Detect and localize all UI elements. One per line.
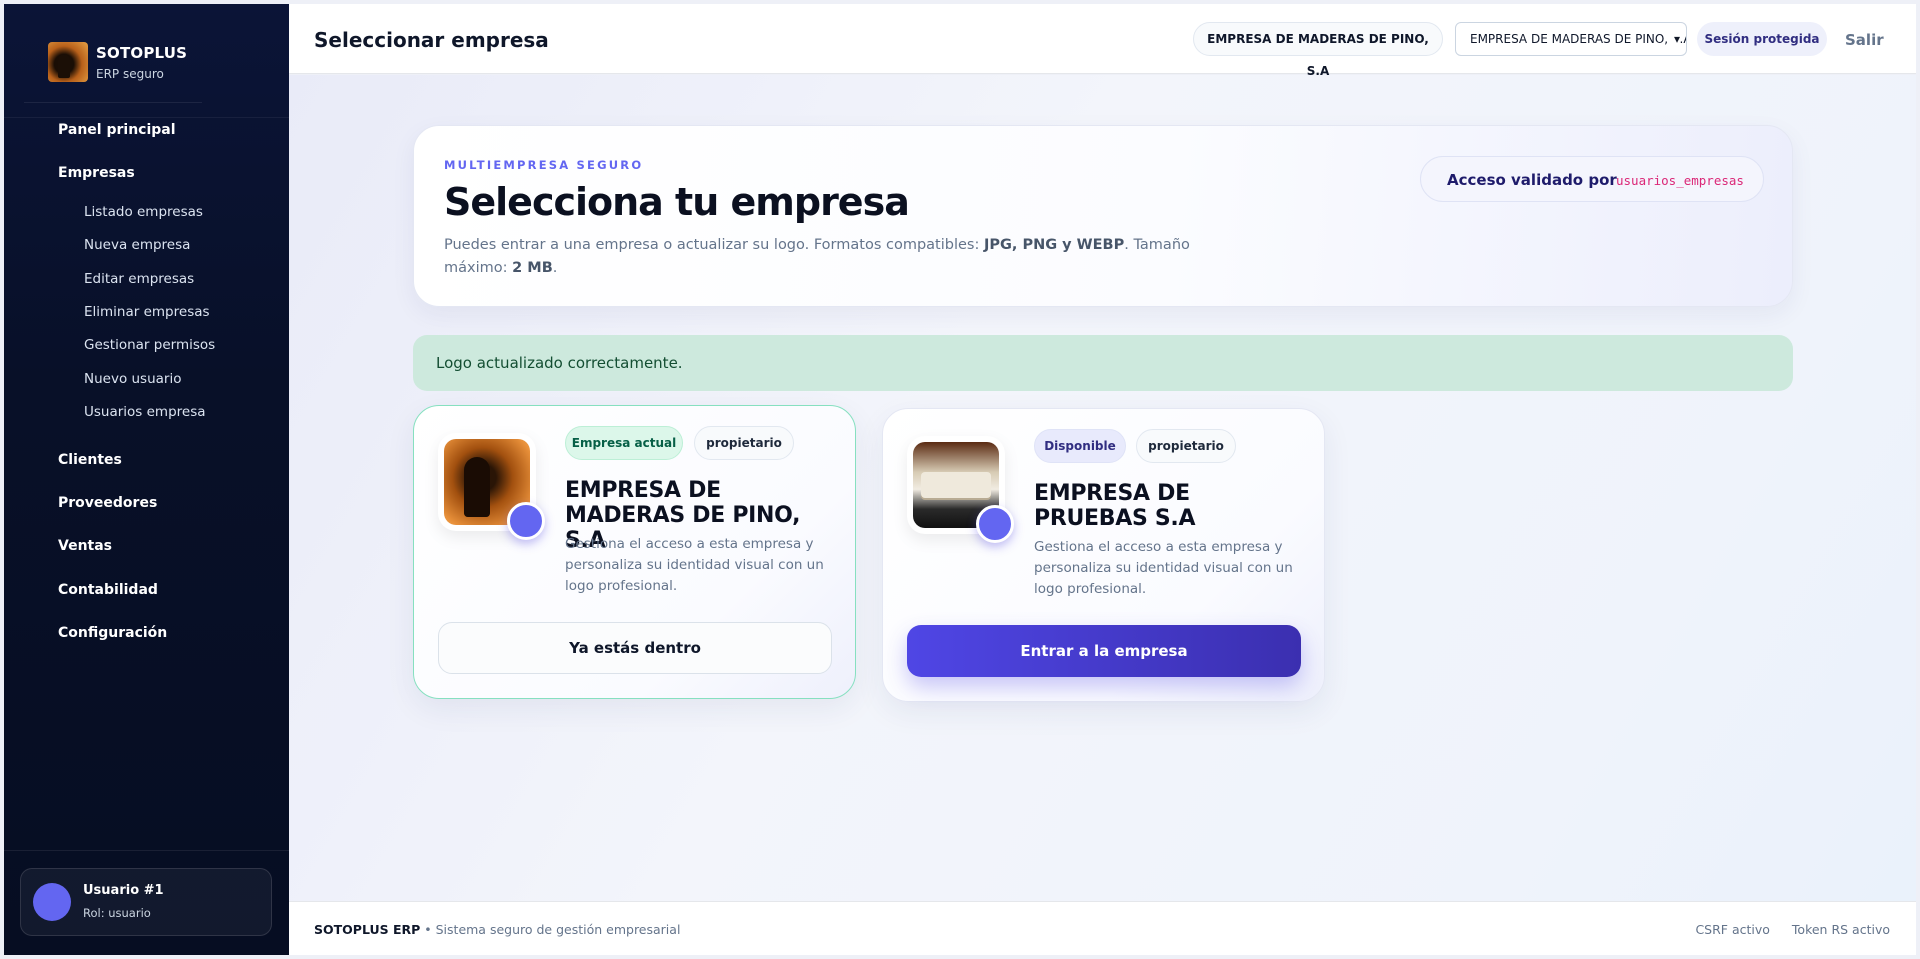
footer-brand: SOTOPLUS ERP [314, 922, 421, 937]
sidebar-subitem-eliminar-empresas[interactable]: Eliminar empresas [84, 304, 210, 320]
enter-company-button[interactable]: Entrar a la empresa [907, 625, 1301, 677]
token-status: Token RS activo [1791, 922, 1890, 937]
hero-max-size: 2 MB [512, 260, 553, 276]
sidebar-bottom-divider [4, 850, 289, 851]
current-company-badge: EMPRESA DE MADERAS DE PINO, S.A [1193, 22, 1443, 78]
success-alert: Logo actualizado correctamente. [413, 335, 1793, 391]
sidebar: SOTOPLUS ERP seguro Panel principal Empr… [4, 4, 289, 955]
sidebar-subitem-nuevo-usuario[interactable]: Nuevo usuario [84, 371, 181, 387]
access-code: usuarios_empresas [1616, 173, 1744, 188]
main-content: MULTIEMPRESA SEGURO Selecciona tu empres… [289, 75, 1916, 901]
hero-description: Puedes entrar a una empresa o actualizar… [444, 234, 1204, 280]
sidebar-subitem-listado-empresas[interactable]: Listado empresas [84, 204, 203, 220]
access-label: Acceso validado por [1447, 171, 1617, 189]
hero-text-end: . [552, 260, 558, 276]
company-description: Gestiona el acceso a esta empresa y pers… [565, 536, 824, 594]
footer-tagline: • Sistema seguro de gestión empresarial [420, 922, 681, 937]
brand-name: SOTOPLUS [96, 44, 188, 62]
company-description: Gestiona el acceso a esta empresa y pers… [1034, 539, 1293, 597]
footer-info: SOTOPLUS ERP • Sistema seguro de gestión… [314, 922, 680, 937]
hero-formats: JPG, PNG y WEBP [983, 237, 1125, 253]
sidebar-subitem-editar-empresas[interactable]: Editar empresas [84, 271, 194, 287]
secure-session-badge: Sesión protegida [1697, 22, 1827, 56]
sidebar-item-configuracion[interactable]: Configuración [58, 625, 167, 641]
sidebar-item-proveedores[interactable]: Proveedores [58, 495, 157, 511]
already-inside-button[interactable]: Ya estás dentro [438, 622, 832, 674]
company-card-available: Disponible propietario EMPRESA DE PRUEBA… [882, 408, 1325, 702]
status-badge: Empresa actual [565, 426, 683, 460]
sidebar-subitem-usuarios-empresa[interactable]: Usuarios empresa [84, 404, 206, 420]
hero-text-before: Puedes entrar a una empresa o actualizar… [444, 237, 984, 253]
company-select-value: EMPRESA DE MADERAS DE PINO, S.A [1470, 32, 1687, 46]
sidebar-divider [4, 117, 289, 118]
user-role: Rol: usuario [83, 906, 151, 920]
access-validation-badge: Acceso validado por usuarios_empresas [1420, 156, 1764, 202]
chevron-down-icon: ▾ [1671, 23, 1680, 55]
avatar [33, 883, 71, 921]
upload-logo-button[interactable] [976, 505, 1014, 543]
brand[interactable]: SOTOPLUS ERP seguro [24, 34, 202, 103]
company-card-current: Empresa actual propietario EMPRESA DE MA… [413, 405, 856, 699]
logout-link[interactable]: Salir [1845, 31, 1884, 49]
sidebar-item-empresas[interactable]: Empresas [58, 165, 135, 181]
sidebar-item-clientes[interactable]: Clientes [58, 452, 122, 468]
sidebar-item-panel-principal[interactable]: Panel principal [58, 122, 176, 138]
role-badge: propietario [1136, 429, 1236, 463]
hero-title: Selecciona tu empresa [444, 180, 910, 224]
status-badge: Disponible [1034, 429, 1126, 463]
footer: SOTOPLUS ERP • Sistema seguro de gestión… [289, 901, 1916, 955]
user-name: Usuario #1 [83, 883, 164, 898]
sidebar-item-contabilidad[interactable]: Contabilidad [58, 582, 158, 598]
brand-logo [48, 42, 88, 82]
csrf-status: CSRF activo [1695, 922, 1770, 937]
sidebar-item-ventas[interactable]: Ventas [58, 538, 112, 554]
role-badge: propietario [694, 426, 794, 460]
user-card[interactable]: Usuario #1 Rol: usuario [20, 868, 272, 936]
brand-subtitle: ERP seguro [96, 67, 164, 81]
hero-eyebrow: MULTIEMPRESA SEGURO [444, 158, 644, 172]
sidebar-subitem-gestionar-permisos[interactable]: Gestionar permisos [84, 337, 215, 353]
sidebar-subitem-nueva-empresa[interactable]: Nueva empresa [84, 237, 190, 253]
topbar: Seleccionar empresa EMPRESA DE MADERAS D… [289, 4, 1916, 78]
upload-logo-button[interactable] [507, 502, 545, 540]
page-title: Seleccionar empresa [314, 28, 549, 52]
company-select[interactable]: EMPRESA DE MADERAS DE PINO, S.A ▾ [1455, 22, 1687, 56]
company-name: EMPRESA DE PRUEBAS S.A [1034, 481, 1196, 531]
hero-panel: MULTIEMPRESA SEGURO Selecciona tu empres… [413, 125, 1793, 307]
footer-status: CSRF activo Token RS activo [1673, 922, 1890, 937]
